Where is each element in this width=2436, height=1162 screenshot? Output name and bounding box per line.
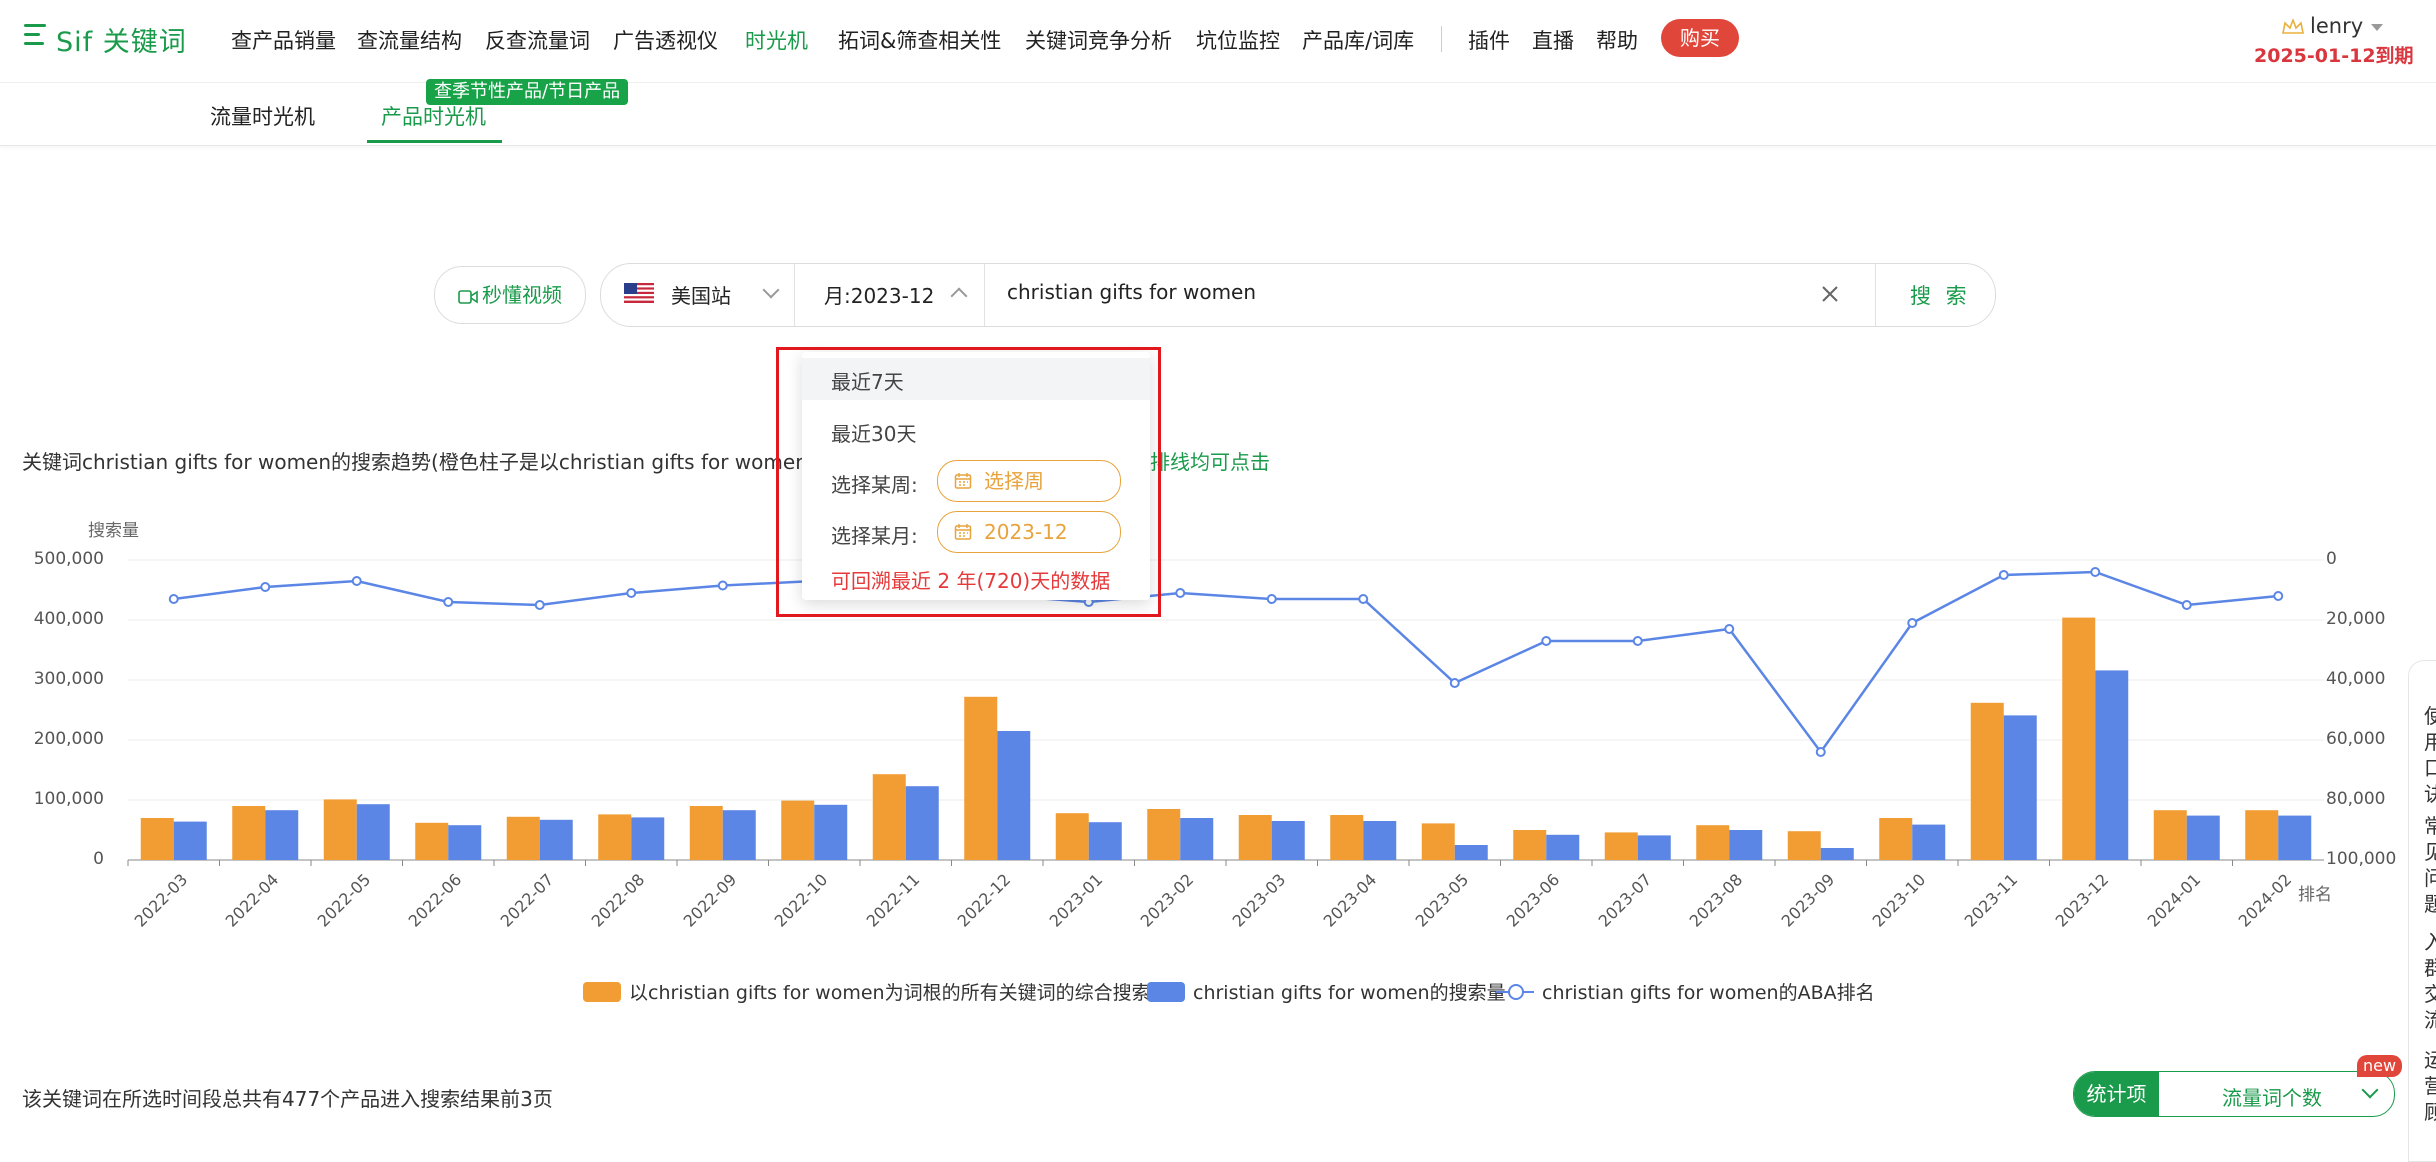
bar-keyword[interactable]: [2186, 815, 2220, 860]
bar-total[interactable]: [2062, 617, 2096, 860]
rank-point[interactable]: [2090, 567, 2101, 577]
bar-total[interactable]: [323, 799, 357, 860]
bar-total[interactable]: [415, 822, 449, 860]
rank-point[interactable]: [2273, 591, 2284, 601]
rank-point[interactable]: [168, 594, 179, 604]
bar-keyword[interactable]: [2095, 670, 2129, 860]
rank-point[interactable]: [717, 580, 728, 591]
side-char: 诀: [2424, 782, 2436, 806]
bar-keyword[interactable]: [2003, 715, 2037, 860]
bar-keyword[interactable]: [1729, 830, 1763, 860]
side-char: 问: [2424, 866, 2436, 890]
bar-total[interactable]: [964, 696, 998, 860]
legend-swatch-blue: [1147, 982, 1185, 1002]
side-char: 常: [2424, 814, 2436, 838]
bar-keyword[interactable]: [448, 825, 482, 860]
bar-keyword[interactable]: [905, 786, 939, 860]
side-char: 顾: [2424, 1100, 2436, 1124]
bar-total[interactable]: [598, 814, 632, 860]
bar-keyword[interactable]: [1180, 818, 1214, 860]
legend-label: christian gifts for women的搜索量: [1193, 982, 1506, 1004]
bar-total[interactable]: [232, 806, 266, 860]
rank-point[interactable]: [1541, 636, 1552, 646]
side-char: 使: [2424, 704, 2436, 728]
side-char: 交: [2424, 982, 2436, 1006]
bar-keyword[interactable]: [265, 810, 299, 860]
bar-keyword[interactable]: [1912, 824, 1946, 860]
bar-keyword[interactable]: [722, 810, 756, 860]
rank-point[interactable]: [1632, 636, 1643, 646]
bar-keyword[interactable]: [1363, 821, 1397, 860]
rank-point[interactable]: [1907, 618, 1918, 628]
bar-total[interactable]: [1513, 830, 1547, 860]
bar-keyword[interactable]: [1546, 834, 1580, 860]
rank-point[interactable]: [1724, 624, 1735, 634]
bar-keyword[interactable]: [539, 819, 573, 860]
bar-keyword[interactable]: [2278, 815, 2312, 860]
bar-total[interactable]: [2245, 810, 2279, 860]
stat-select[interactable]: 统计项 流量词个数: [2073, 1071, 2395, 1117]
chevron-down-icon: [2361, 1081, 2379, 1099]
side-char: 运: [2424, 1048, 2436, 1072]
bar-total[interactable]: [1147, 809, 1181, 860]
bar-total[interactable]: [689, 806, 723, 860]
new-badge: new: [2357, 1055, 2403, 1077]
rank-point[interactable]: [1815, 747, 1826, 757]
bar-keyword[interactable]: [356, 804, 390, 860]
stat-value: 流量词个数: [2222, 1086, 2322, 1110]
bar-total[interactable]: [1330, 815, 1364, 860]
bar-keyword[interactable]: [1088, 822, 1122, 860]
legend-marker: [1508, 984, 1524, 1000]
bar-total[interactable]: [1970, 702, 2004, 860]
bar-total[interactable]: [781, 800, 815, 860]
bar-total[interactable]: [1238, 815, 1272, 860]
bar-keyword[interactable]: [1271, 821, 1305, 860]
side-char: 用: [2424, 730, 2436, 754]
rank-point[interactable]: [1266, 594, 1277, 604]
bar-total[interactable]: [1604, 832, 1638, 860]
side-char: 题: [2424, 892, 2436, 916]
rank-point[interactable]: [1449, 678, 1460, 688]
bar-total[interactable]: [506, 816, 540, 860]
bar-keyword[interactable]: [1454, 845, 1488, 860]
legend-swatch-orange: [583, 982, 621, 1002]
summary-text: 该关键词在所选时间段总共有477个产品进入搜索结果前3页: [22, 1087, 553, 1111]
rank-point[interactable]: [534, 600, 545, 610]
bar-total[interactable]: [140, 818, 174, 860]
bar-keyword[interactable]: [173, 821, 207, 860]
side-char: 群: [2424, 956, 2436, 980]
bar-keyword[interactable]: [1637, 835, 1671, 860]
bar-total[interactable]: [1421, 823, 1455, 860]
bar-total[interactable]: [1879, 818, 1913, 860]
side-char: 营: [2424, 1074, 2436, 1098]
bar-total[interactable]: [872, 774, 906, 860]
rank-point[interactable]: [1175, 588, 1186, 598]
bar-keyword[interactable]: [631, 817, 665, 860]
legend-label: 以christian gifts for women为词根的所有关键词的综合搜索…: [629, 982, 1170, 1004]
side-char: 流: [2424, 1008, 2436, 1032]
side-char: 口: [2424, 756, 2436, 780]
stat-label: 统计项: [2074, 1072, 2159, 1116]
rank-point[interactable]: [351, 576, 362, 586]
side-char: 入: [2424, 930, 2436, 954]
rank-point[interactable]: [626, 588, 637, 598]
rank-point[interactable]: [443, 597, 454, 607]
bar-total[interactable]: [1787, 831, 1821, 860]
bar-keyword[interactable]: [1820, 848, 1854, 860]
rank-point[interactable]: [260, 582, 271, 592]
bar-keyword[interactable]: [814, 804, 848, 860]
highlight-frame: [776, 347, 1161, 617]
chart-plot[interactable]: [0, 0, 2436, 1137]
rank-point[interactable]: [2181, 600, 2192, 610]
rank-point[interactable]: [1358, 594, 1369, 604]
side-char: 见: [2424, 840, 2436, 864]
rank-point[interactable]: [1998, 570, 2009, 580]
bar-keyword[interactable]: [997, 731, 1031, 860]
bar-total[interactable]: [1696, 825, 1730, 860]
legend-label: christian gifts for women的ABA排名: [1542, 982, 1875, 1004]
rank-line[interactable]: [173, 570, 2279, 755]
bar-total[interactable]: [2153, 810, 2187, 860]
bar-total[interactable]: [1055, 813, 1089, 860]
